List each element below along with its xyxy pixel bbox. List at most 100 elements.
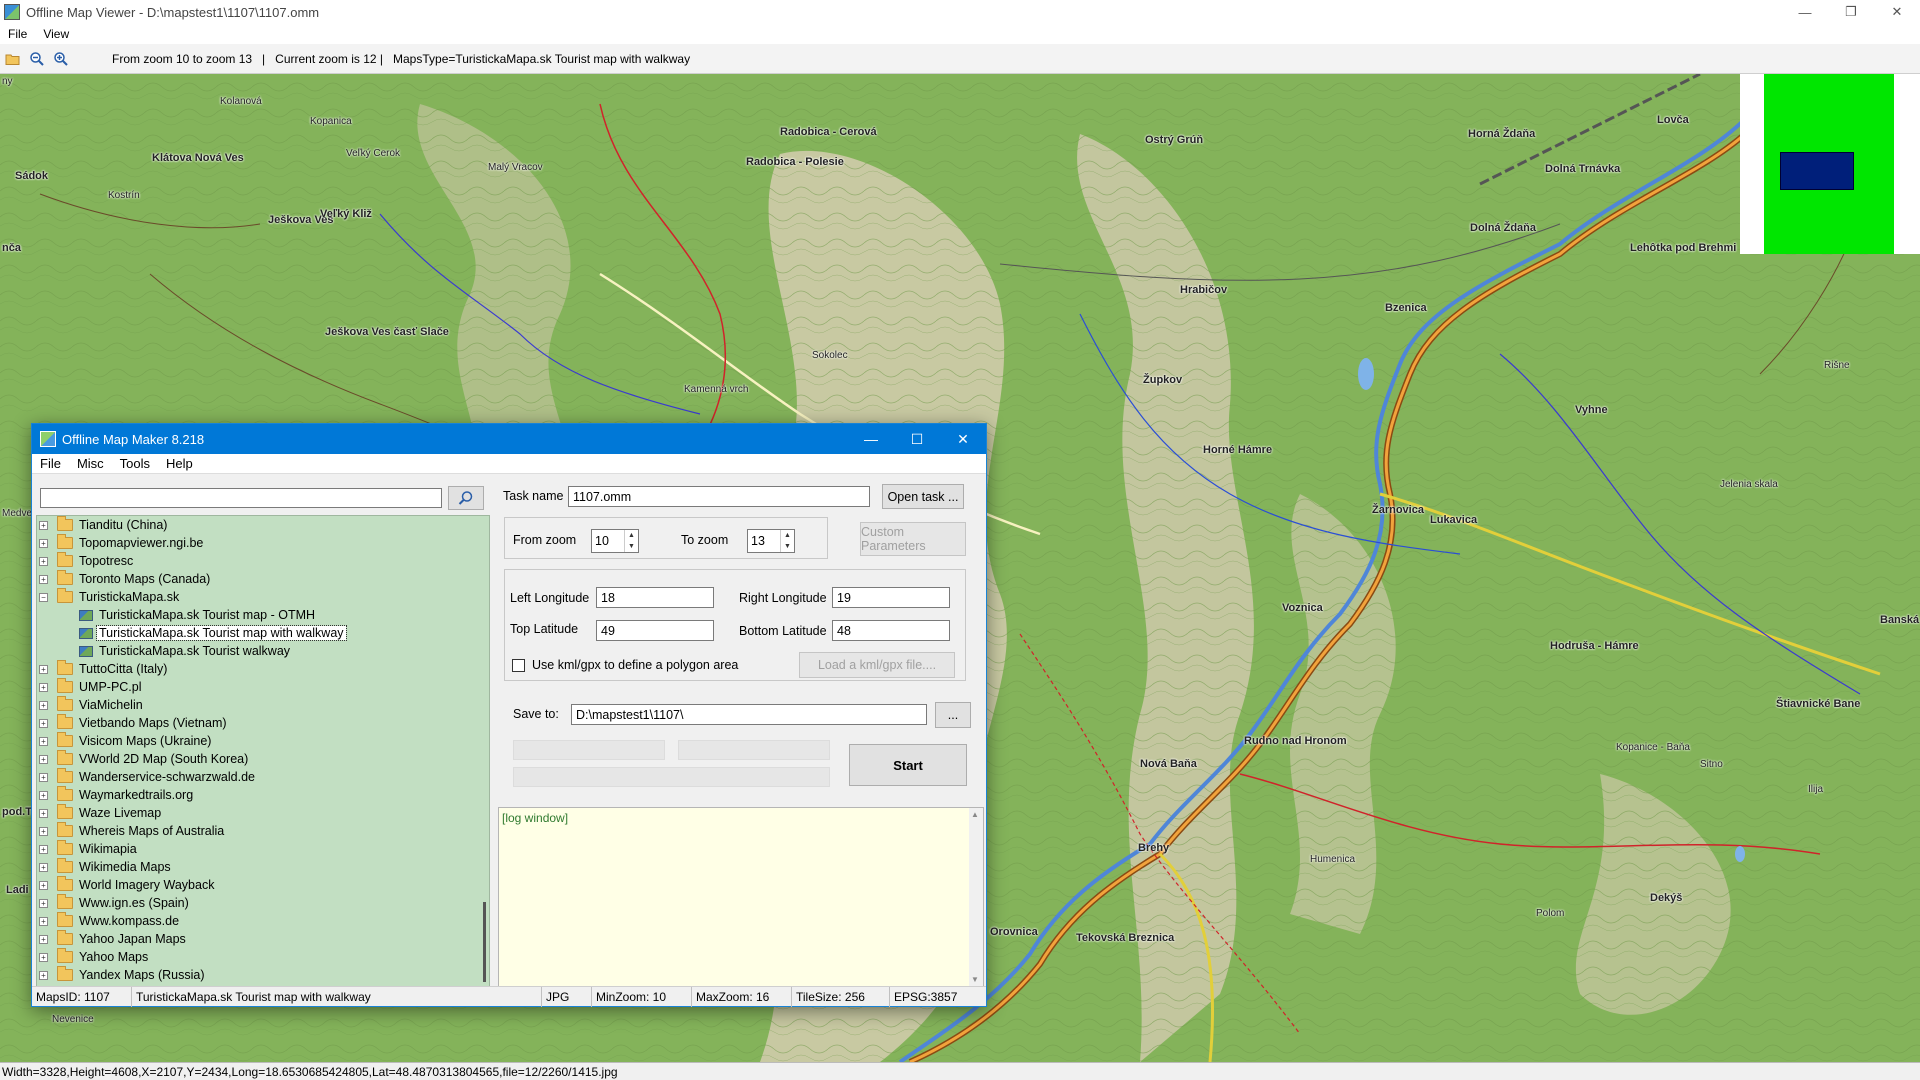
menu-file[interactable]: File [0, 27, 35, 41]
scroll-up-icon[interactable]: ▲ [971, 810, 979, 819]
tree-folder-item[interactable]: + Www.ign.es (Spain) [37, 894, 489, 912]
tree-expander-icon[interactable]: + [39, 952, 48, 962]
tree-expander-icon[interactable]: + [39, 520, 48, 530]
menu-view[interactable]: View [35, 27, 77, 41]
tree-expander-icon[interactable]: + [39, 736, 48, 746]
save-to-input[interactable] [571, 704, 927, 725]
right-longitude-input[interactable] [832, 587, 950, 608]
tree-item-label: TuristickaMapa.sk Tourist walkway [99, 644, 291, 658]
tree-folder-item[interactable]: + Yahoo Maps [37, 948, 489, 966]
tree-expander-icon[interactable]: + [39, 718, 48, 728]
tree-map-item[interactable]: TuristickaMapa.sk Tourist map - OTMH [37, 606, 489, 624]
minimap[interactable] [1740, 74, 1920, 254]
from-zoom-spinner[interactable]: 10 ▲ ▼ [591, 529, 639, 553]
tree-folder-item[interactable]: + World Imagery Wayback [37, 876, 489, 894]
tree-expander-icon[interactable]: + [39, 970, 48, 980]
tree-expander-icon[interactable]: + [39, 916, 48, 926]
tree-folder-item[interactable]: + Whereis Maps of Australia [37, 822, 489, 840]
tree-folder-item[interactable]: + Wikimapia [37, 840, 489, 858]
tree-expander-icon[interactable]: + [39, 556, 48, 566]
dialog-menu-misc[interactable]: Misc [69, 456, 112, 471]
tree-scrollbar[interactable] [477, 516, 489, 986]
tree-folder-item[interactable]: + TuttoCitta (Italy) [37, 660, 489, 678]
tree-expander-icon[interactable]: + [39, 862, 48, 872]
to-zoom-spinner[interactable]: 13 ▲ ▼ [747, 529, 795, 553]
zoom-in-icon[interactable] [50, 48, 72, 70]
load-kml-button[interactable]: Load a kml/gpx file.... [799, 652, 955, 678]
tree-folder-item[interactable]: + Vietbando Maps (Vietnam) [37, 714, 489, 732]
log-window[interactable]: [log window] ▲ ▼ [498, 807, 984, 987]
browse-folder-button[interactable]: ... [935, 702, 971, 728]
map-place-label: Hrabičov [1180, 284, 1228, 296]
dialog-titlebar[interactable]: Offline Map Maker 8.218 — ☐ ✕ [32, 424, 986, 454]
progress-bar-total [513, 767, 830, 787]
tree-map-item[interactable]: TuristickaMapa.sk Tourist walkway [37, 642, 489, 660]
tree-scroll-thumb[interactable] [483, 902, 486, 982]
tree-folder-item[interactable]: + Waymarkedtrails.org [37, 786, 489, 804]
minimap-viewport[interactable] [1780, 152, 1854, 190]
tree-expander-icon[interactable]: + [39, 790, 48, 800]
left-longitude-input[interactable] [596, 587, 714, 608]
search-button[interactable] [448, 486, 484, 510]
log-scrollbar[interactable]: ▲ ▼ [969, 808, 983, 986]
spinner-arrows-icon[interactable]: ▲ ▼ [780, 530, 794, 552]
tree-expander-icon[interactable]: + [39, 700, 48, 710]
tree-folder-item[interactable]: + Topotresc [37, 552, 489, 570]
dialog-minimize-button[interactable]: — [848, 424, 894, 454]
tree-folder-item[interactable]: + VWorld 2D Map (South Korea) [37, 750, 489, 768]
tree-expander-icon[interactable]: + [39, 880, 48, 890]
tree-folder-item[interactable]: − TuristickaMapa.sk [37, 588, 489, 606]
scroll-down-icon[interactable]: ▼ [971, 975, 979, 984]
restore-button[interactable]: ❐ [1828, 0, 1874, 24]
tree-expander-icon[interactable]: + [39, 574, 48, 584]
tree-folder-item[interactable]: + Tianditu (China) [37, 516, 489, 534]
close-button[interactable]: ✕ [1874, 0, 1920, 24]
tree-expander-icon[interactable]: + [39, 772, 48, 782]
tree-folder-item[interactable]: + Waze Livemap [37, 804, 489, 822]
map-place-label: Lukavica [1430, 514, 1478, 526]
map-search-input[interactable] [40, 488, 442, 508]
map-place-label: Horná Ždaňa [1468, 128, 1536, 140]
bottom-latitude-input[interactable] [832, 620, 950, 641]
tree-folder-item[interactable]: + Visicom Maps (Ukraine) [37, 732, 489, 750]
open-task-button[interactable]: Open task ... [882, 484, 964, 509]
tree-folder-item[interactable]: + Toronto Maps (Canada) [37, 570, 489, 588]
minimize-button[interactable]: — [1782, 0, 1828, 24]
tree-expander-icon[interactable]: + [39, 844, 48, 854]
dialog-menu-help[interactable]: Help [158, 456, 201, 471]
tree-folder-item[interactable]: + Yandex Maps (Russia) [37, 966, 489, 984]
dialog-menu-tools[interactable]: Tools [112, 456, 158, 471]
map-place-label: Veľký Kliž [320, 208, 372, 220]
map-source-tree[interactable]: + Tianditu (China) + Topomapviewer.ngi.be + T… [36, 515, 490, 987]
tile-size: TileSize: 256 [792, 987, 890, 1007]
dialog-menu-file[interactable]: File [32, 456, 69, 471]
zoom-out-icon[interactable] [26, 48, 48, 70]
tree-expander-icon[interactable]: − [39, 592, 48, 602]
kml-polygon-checkbox[interactable] [512, 659, 525, 672]
custom-parameters-button[interactable]: Custom Parameters [860, 522, 966, 556]
tree-folder-item[interactable]: + Www.kompass.de [37, 912, 489, 930]
tree-expander-icon[interactable]: + [39, 826, 48, 836]
tree-folder-item[interactable]: + Wanderservice-schwarzwald.de [37, 768, 489, 786]
tree-folder-item[interactable]: + Topomapviewer.ngi.be [37, 534, 489, 552]
dialog-maximize-button[interactable]: ☐ [894, 424, 940, 454]
tree-expander-icon[interactable]: + [39, 898, 48, 908]
tree-expander-icon[interactable]: + [39, 934, 48, 944]
tree-expander-icon[interactable]: + [39, 754, 48, 764]
dialog-close-button[interactable]: ✕ [940, 424, 986, 454]
map-layer-icon [79, 645, 93, 657]
spinner-arrows-icon[interactable]: ▲ ▼ [624, 530, 638, 552]
task-name-input[interactable] [568, 486, 870, 507]
tree-expander-icon[interactable]: + [39, 538, 48, 548]
top-latitude-input[interactable] [596, 620, 714, 641]
start-button[interactable]: Start [849, 744, 967, 786]
tree-expander-icon[interactable]: + [39, 664, 48, 674]
tree-folder-item[interactable]: + Wikimedia Maps [37, 858, 489, 876]
tree-expander-icon[interactable]: + [39, 682, 48, 692]
open-folder-icon[interactable] [2, 48, 24, 70]
tree-folder-item[interactable]: + UMP-PC.pl [37, 678, 489, 696]
tree-map-item[interactable]: TuristickaMapa.sk Tourist map with walkw… [37, 624, 489, 642]
tree-folder-item[interactable]: + Yahoo Japan Maps [37, 930, 489, 948]
tree-folder-item[interactable]: + ViaMichelin [37, 696, 489, 714]
tree-expander-icon[interactable]: + [39, 808, 48, 818]
